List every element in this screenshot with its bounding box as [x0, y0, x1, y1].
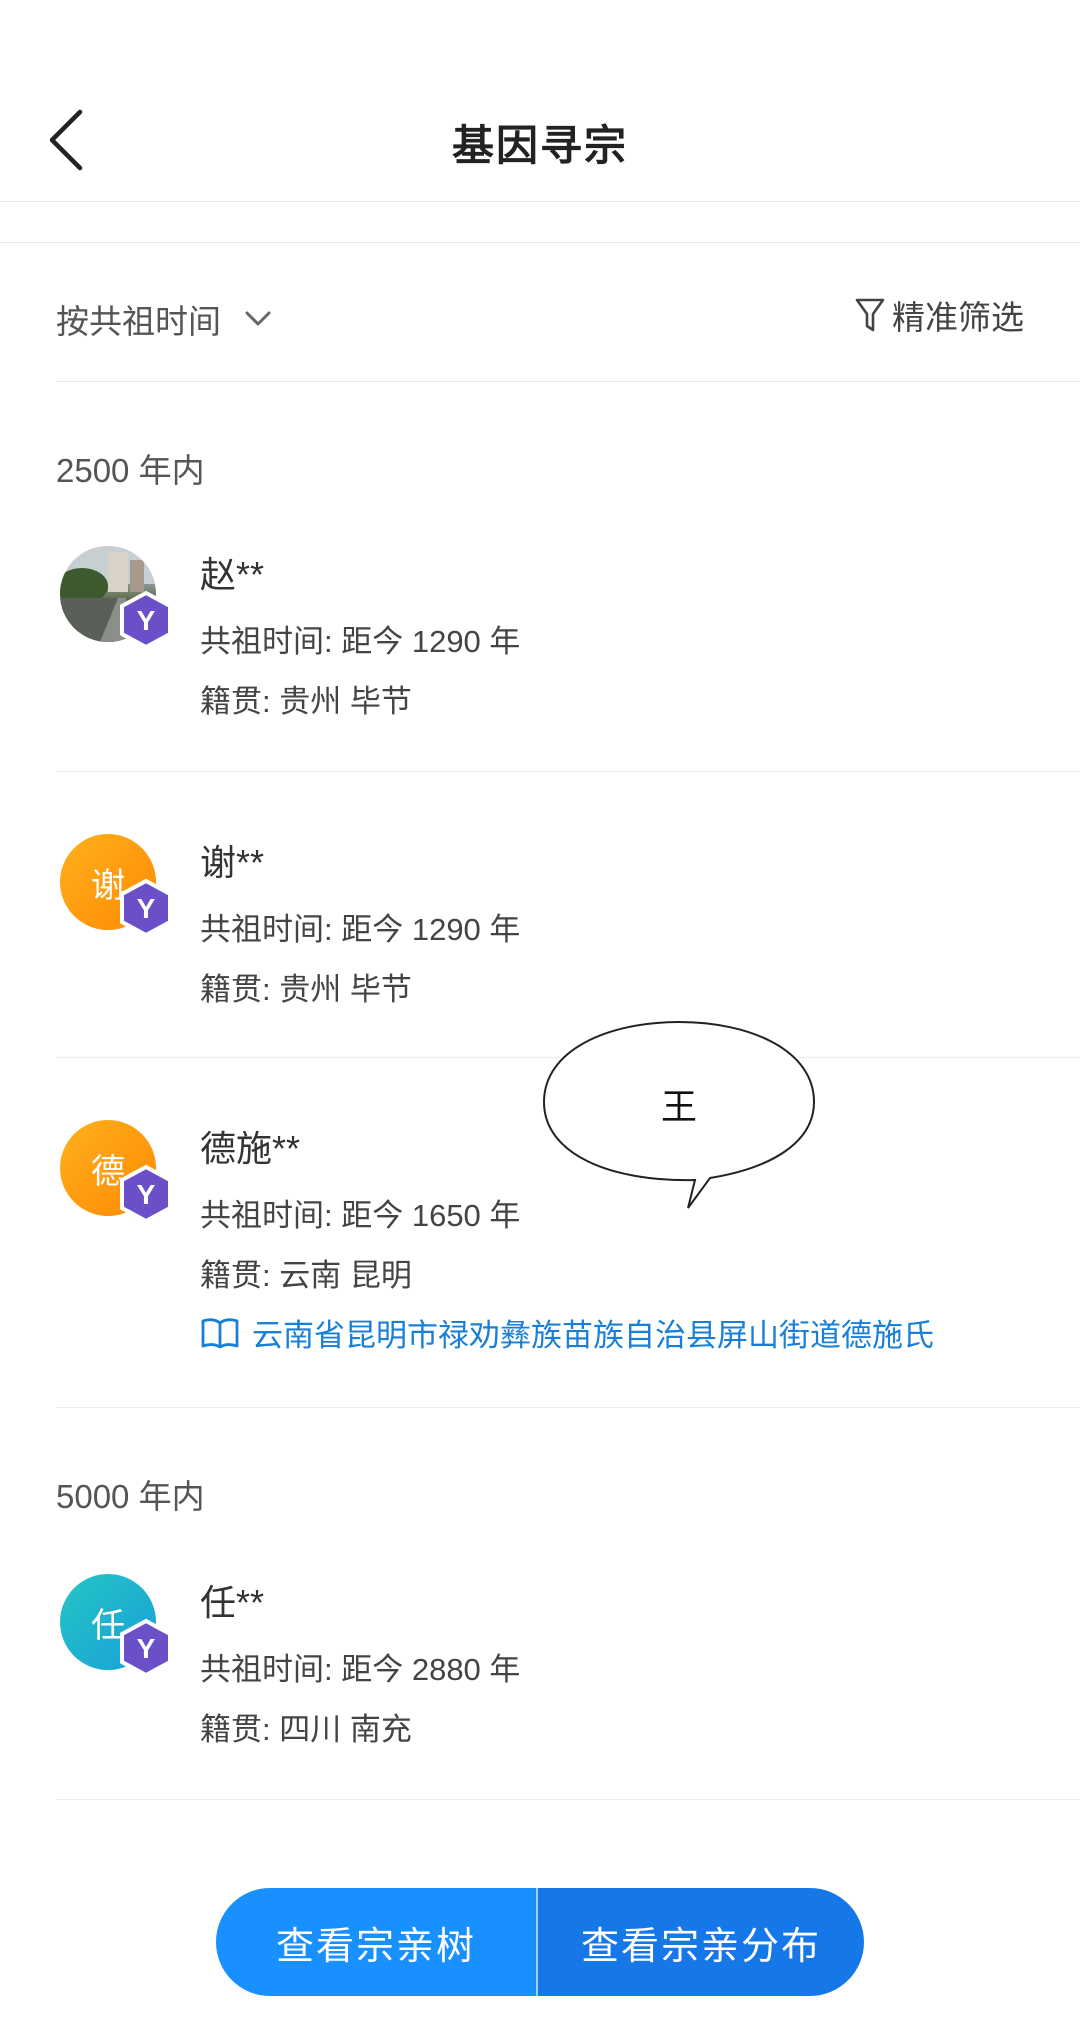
svg-text:Y: Y — [137, 605, 156, 636]
avatar: 谢 Y — [60, 834, 172, 938]
clan-link[interactable]: 云南省昆明市禄劝彝族苗族自治县屏山街道德施氏 — [200, 1310, 934, 1355]
match-list-item[interactable]: 任 Y 任** 共祖时间: 距今 2880 年 籍贯: 四川 南充 — [56, 1548, 1080, 1800]
svg-text:Y: Y — [137, 893, 156, 924]
avatar: 德 Y — [60, 1120, 172, 1224]
chevron-down-icon — [245, 311, 271, 326]
view-clan-distribution-button[interactable]: 查看宗亲分布 — [538, 1888, 864, 1996]
y-badge-icon: Y — [120, 878, 172, 938]
top-nav-bar: 基因寻宗 — [0, 0, 1080, 202]
match-name: 赵** — [200, 554, 265, 595]
view-clan-tree-button[interactable]: 查看宗亲树 — [216, 1888, 538, 1996]
native-place: 籍贯: 四川 南充 — [200, 1712, 412, 1747]
group-header: 5000 年内 — [56, 1478, 205, 1515]
svg-text:Y: Y — [137, 1179, 156, 1210]
match-name: 任** — [200, 1582, 265, 1623]
sort-dropdown[interactable]: 按共祖时间 — [56, 294, 273, 344]
bottom-action-bar: 查看宗亲树 查看宗亲分布 — [216, 1888, 864, 1996]
y-badge-icon: Y — [120, 1164, 172, 1224]
common-ancestor-time: 共祖时间: 距今 1290 年 — [200, 624, 521, 659]
filter-bar: 按共祖时间 精准筛选 — [56, 254, 1080, 382]
bubble-text: 王 — [660, 1087, 697, 1128]
native-place: 籍贯: 云南 昆明 — [200, 1258, 412, 1293]
y-badge-icon: Y — [120, 1618, 172, 1678]
native-place: 籍贯: 贵州 毕节 — [200, 684, 412, 719]
precise-filter-button[interactable]: 精准筛选 — [854, 290, 1024, 340]
common-ancestor-time: 共祖时间: 距今 2880 年 — [200, 1652, 521, 1687]
match-list-item[interactable]: Y 赵** 共祖时间: 距今 1290 年 籍贯: 贵州 毕节 — [56, 520, 1080, 772]
svg-text:Y: Y — [137, 1633, 156, 1664]
native-place: 籍贯: 贵州 毕节 — [200, 972, 412, 1007]
sort-label: 按共祖时间 — [56, 303, 221, 340]
common-ancestor-time: 共祖时间: 距今 1290 年 — [200, 912, 521, 947]
divider — [0, 242, 1080, 243]
clan-link-text: 云南省昆明市禄劝彝族苗族自治县屏山街道德施氏 — [252, 1318, 934, 1353]
filter-label: 精准筛选 — [892, 299, 1024, 336]
group-header: 2500 年内 — [56, 452, 205, 489]
avatar: Y — [60, 546, 172, 650]
avatar: 任 Y — [60, 1574, 172, 1678]
page-title: 基因寻宗 — [451, 122, 628, 169]
common-ancestor-time: 共祖时间: 距今 1650 年 — [200, 1198, 521, 1233]
match-name: 德施** — [200, 1128, 301, 1169]
book-icon — [201, 1317, 239, 1348]
match-name: 谢** — [200, 842, 265, 883]
y-badge-icon: Y — [120, 590, 172, 650]
match-list-item[interactable]: 谢 Y 谢** 共祖时间: 距今 1290 年 籍贯: 贵州 毕节 — [56, 772, 1080, 1058]
funnel-icon — [855, 298, 885, 332]
